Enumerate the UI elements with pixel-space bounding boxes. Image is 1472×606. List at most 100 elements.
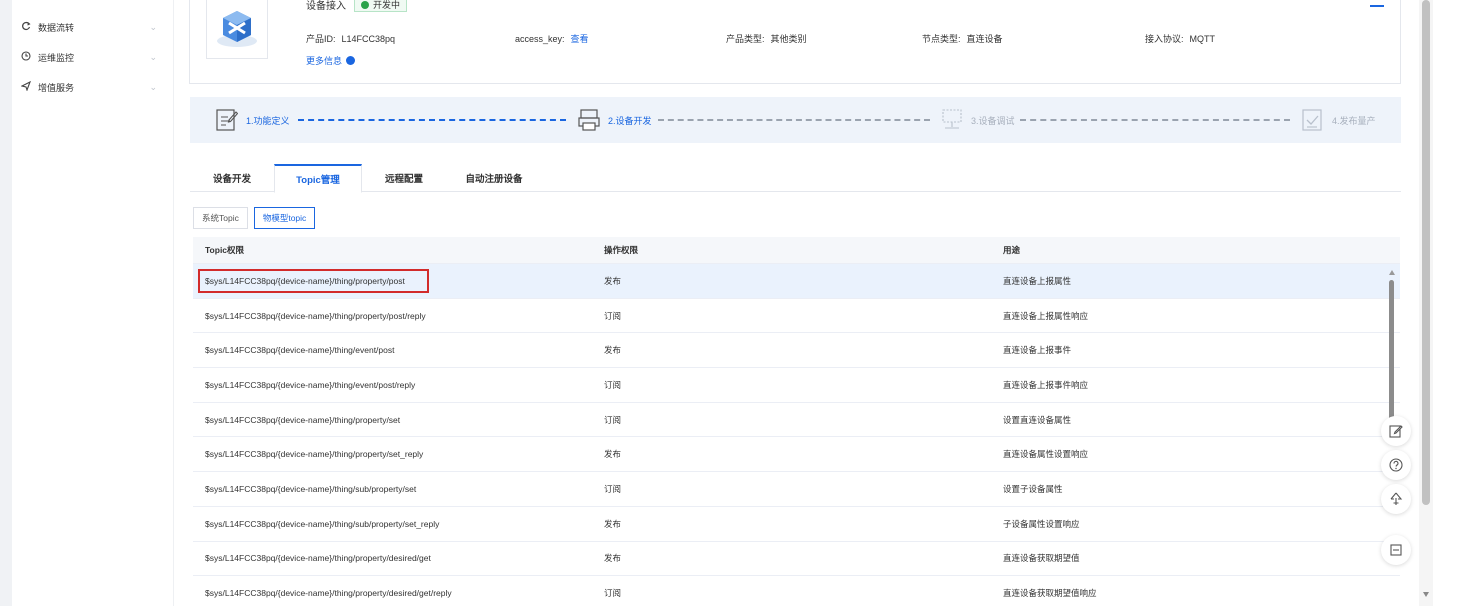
upload-tool-button[interactable] <box>1381 484 1411 514</box>
table-body: $sys/L14FCC38pq/{device-name}/thing/prop… <box>193 264 1400 606</box>
sidebar-item-label: 数据流转 <box>38 22 75 33</box>
sidebar-item-label: 运维监控 <box>38 52 75 63</box>
permission-cell: 订阅 <box>604 588 622 599</box>
tab-label: Topic管理 <box>296 175 340 186</box>
usage-cell: 直连设备上报事件 <box>1003 345 1072 356</box>
help-tool-button[interactable] <box>1381 450 1411 480</box>
debug-screen-icon <box>942 109 962 129</box>
permission-cell: 订阅 <box>604 379 622 390</box>
permission-cell: 发布 <box>604 449 622 460</box>
table-row[interactable]: $sys/L14FCC38pq/{device-name}/thing/prop… <box>193 542 1400 577</box>
page-scrollbar[interactable] <box>1419 0 1433 606</box>
collapse-tool-button[interactable] <box>1381 535 1411 565</box>
permission-cell: 发布 <box>604 275 622 286</box>
subtab-group: 系统Topic 物模型topic <box>193 207 316 229</box>
sidebar-item-label: 增值服务 <box>38 82 75 93</box>
permission-cell: 订阅 <box>604 483 622 494</box>
product-type-info: 产品类型: 其他类别 <box>726 32 807 45</box>
topic-cell: $sys/L14FCC38pq/{device-name}/thing/sub/… <box>205 483 417 494</box>
product-card: 设备接入 开发中 产品ID: L14FCC38pq access_key: 查看 产… <box>189 0 1401 84</box>
help-icon <box>1389 458 1403 472</box>
step-device-development[interactable]: 2.设备开发 <box>578 107 652 133</box>
chevron-down-icon: ⌄ <box>149 81 157 92</box>
topic-cell: $sys/L14FCC38pq/{device-name}/thing/prop… <box>205 310 426 321</box>
product-id-label: 产品ID: <box>306 34 336 44</box>
access-key-label: access_key: <box>515 34 565 44</box>
upload-icon <box>1390 492 1403 505</box>
product-id-info: 产品ID: L14FCC38pq <box>306 32 395 45</box>
table-row[interactable]: $sys/L14FCC38pq/{device-name}/thing/sub/… <box>193 472 1400 507</box>
step-release[interactable]: 4.发布量产 <box>1302 107 1376 133</box>
step-label: 1.功能定义 <box>246 115 290 126</box>
product-title: 设备接入 <box>306 1 346 12</box>
topic-cell: $sys/L14FCC38pq/{device-name}/thing/prop… <box>205 449 424 460</box>
protocol-value: MQTT <box>1189 34 1216 44</box>
permission-cell: 订阅 <box>604 310 622 321</box>
sidebar-item-monitor[interactable]: 运维监控 ⌄ <box>20 48 165 66</box>
usage-cell: 子设备属性设置响应 <box>1003 518 1080 529</box>
table-scrollbar-thumb[interactable] <box>1389 280 1394 432</box>
tab-remote-config[interactable]: 远程配置 <box>362 164 446 192</box>
tab-label: 设备开发 <box>212 174 251 185</box>
tab-topic-management[interactable]: Topic管理 <box>274 164 362 193</box>
subtab-model-topic[interactable]: 物模型topic <box>253 207 316 229</box>
step-connector <box>298 119 566 121</box>
access-key-view-link[interactable]: 查看 <box>571 34 589 44</box>
topic-cell: $sys/L14FCC38pq/{device-name}/thing/even… <box>205 345 395 356</box>
table-row[interactable]: $sys/L14FCC38pq/{device-name}/thing/even… <box>193 368 1400 403</box>
scroll-down-arrow-icon[interactable] <box>1423 592 1429 597</box>
table-row[interactable]: $sys/L14FCC38pq/{device-name}/thing/prop… <box>193 576 1400 606</box>
step-device-debug[interactable]: 3.设备调试 <box>941 107 1015 133</box>
table-row[interactable]: $sys/L14FCC38pq/{device-name}/thing/prop… <box>193 403 1400 438</box>
topic-cell: $sys/L14FCC38pq/{device-name}/thing/even… <box>205 379 416 390</box>
tab-device-development[interactable]: 设备开发 <box>190 164 274 192</box>
topic-cell: $sys/L14FCC38pq/{device-name}/thing/prop… <box>205 588 452 599</box>
permission-cell: 发布 <box>604 553 622 564</box>
sidebar-item-data-flow[interactable]: 数据流转 ⌄ <box>20 18 165 36</box>
usage-cell: 直连设备上报事件响应 <box>1003 379 1089 390</box>
table-row[interactable]: $sys/L14FCC38pq/{device-name}/thing/prop… <box>193 264 1400 299</box>
subtab-system-topic[interactable]: 系统Topic <box>193 207 248 229</box>
table-row[interactable]: $sys/L14FCC38pq/{device-name}/thing/even… <box>193 333 1400 369</box>
device-cube-icon <box>217 11 257 47</box>
page: 数据流转 ⌄ 运维监控 ⌄ 增值服务 ⌄ 设备接入 开发中 产品ID: L14F… <box>0 0 1472 606</box>
subtab-label: 系统Topic <box>202 213 239 223</box>
status-dot-icon <box>361 0 369 9</box>
edit-tool-button[interactable] <box>1381 416 1411 446</box>
usage-cell: 直连设备上报属性响应 <box>1003 310 1089 321</box>
topic-cell: $sys/L14FCC38pq/{device-name}/thing/sub/… <box>205 518 440 529</box>
topic-table: Topic权限 操作权限 用途 $sys/L14FCC38pq/{device-… <box>193 237 1400 606</box>
page-scrollbar-thumb[interactable] <box>1422 0 1430 505</box>
sidebar-edge <box>0 0 12 606</box>
topic-cell: $sys/L14FCC38pq/{device-name}/thing/prop… <box>205 275 405 286</box>
tab-label: 自动注册设备 <box>465 174 523 185</box>
collapse-icon[interactable] <box>1370 5 1384 7</box>
table-row[interactable]: $sys/L14FCC38pq/{device-name}/thing/prop… <box>193 437 1400 473</box>
sidebar-item-value-added[interactable]: 增值服务 ⌄ <box>20 78 165 96</box>
collapse-icon <box>1390 544 1402 556</box>
product-image <box>206 0 268 59</box>
usage-cell: 直连设备获取期望值 <box>1003 553 1080 564</box>
table-header: Topic权限 操作权限 用途 <box>193 237 1400 264</box>
step-label: 4.发布量产 <box>1332 115 1376 126</box>
permission-cell: 订阅 <box>604 414 622 425</box>
node-type-info: 节点类型: 直连设备 <box>922 32 1003 45</box>
data-flow-icon <box>20 21 32 34</box>
tab-auto-register[interactable]: 自动注册设备 <box>446 164 542 192</box>
chevron-down-icon: ⌄ <box>149 21 157 32</box>
table-row[interactable]: $sys/L14FCC38pq/{device-name}/thing/prop… <box>193 299 1400 334</box>
steps-bar: 1.功能定义 2.设备开发 3.设备调试 4.发布量产 <box>190 97 1401 143</box>
table-row[interactable]: $sys/L14FCC38pq/{device-name}/thing/sub/… <box>193 507 1400 542</box>
status-label: 开发中 <box>373 0 401 10</box>
status-badge: 开发中 <box>354 0 408 12</box>
step-connector <box>1020 119 1290 121</box>
permission-cell: 发布 <box>604 518 622 529</box>
column-header-topic: Topic权限 <box>205 245 245 255</box>
scroll-up-arrow-icon[interactable] <box>1389 270 1395 275</box>
topic-cell: $sys/L14FCC38pq/{device-name}/thing/prop… <box>205 414 401 425</box>
step-function-definition[interactable]: 1.功能定义 <box>216 107 290 133</box>
more-info-link[interactable]: 更多信息 <box>306 54 356 67</box>
send-icon <box>20 80 32 94</box>
access-key-info: access_key: 查看 <box>515 32 589 45</box>
monitor-icon <box>20 50 32 64</box>
